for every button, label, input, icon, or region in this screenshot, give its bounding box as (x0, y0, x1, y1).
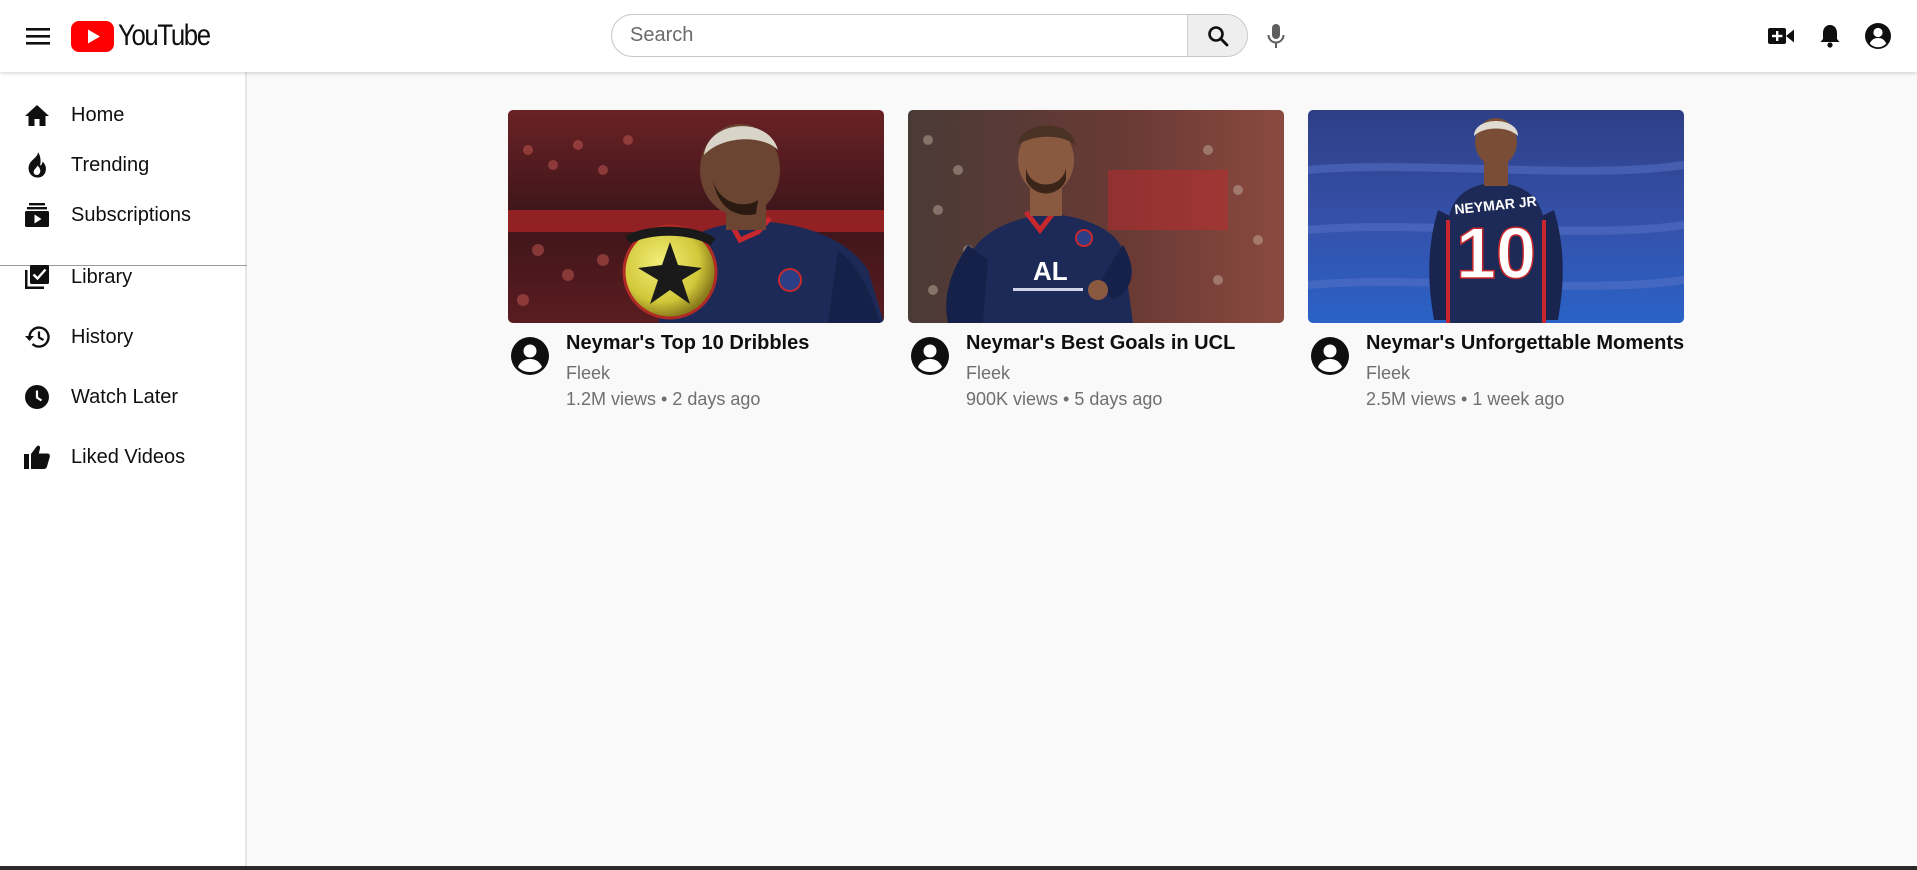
logo-text: YouTube (118, 19, 211, 52)
menu-icon[interactable] (20, 21, 56, 51)
sidebar: Home Trending Subscriptions Library Hist… (0, 72, 247, 870)
sidebar-item-label: History (71, 325, 134, 348)
search-button[interactable] (1187, 15, 1247, 56)
search-icon (1207, 25, 1228, 46)
video-title[interactable]: Neymar's Top 10 Dribbles (566, 332, 809, 355)
channel-avatar[interactable] (510, 336, 550, 376)
account-icon (911, 337, 949, 375)
clock-icon (23, 383, 51, 411)
video-meta: 1.2M views • 2 days ago (566, 389, 761, 409)
sidebar-item-trending[interactable]: Trending (0, 140, 247, 190)
youtube-play-logo-icon (71, 20, 114, 52)
account-icon (1311, 337, 1349, 375)
sidebar-item-label: Library (71, 265, 133, 288)
flame-icon (23, 151, 51, 179)
youtube-logo[interactable]: YouTube (71, 19, 225, 53)
channel-avatar[interactable] (1310, 336, 1350, 376)
video-meta: 2.5M views • 1 week ago (1366, 389, 1565, 409)
channel-name[interactable]: Fleek (566, 363, 610, 384)
search-input[interactable] (630, 15, 1190, 56)
sidebar-item-library[interactable]: Library (0, 252, 247, 302)
sidebar-item-label: Home (71, 103, 125, 126)
notifications-bell-icon[interactable] (1815, 21, 1845, 51)
top-header: YouTube (0, 0, 1917, 72)
channel-name[interactable]: Fleek (966, 363, 1010, 384)
create-video-icon[interactable] (1766, 21, 1796, 51)
sidebar-item-watch-later[interactable]: Watch Later (0, 372, 247, 422)
video-card[interactable]: NEYMAR JR 10 Neymar's Unforgettable Mome… (1308, 110, 1684, 420)
search-bar (611, 14, 1248, 57)
video-title[interactable]: Neymar's Unforgettable Moments (1366, 332, 1684, 355)
sidebar-item-liked-videos[interactable]: Liked Videos (0, 432, 247, 482)
sidebar-item-label: Liked Videos (71, 445, 186, 468)
subscriptions-icon (23, 201, 51, 229)
sidebar-item-label: Trending (71, 153, 150, 176)
history-icon (23, 323, 51, 351)
sidebar-item-label: Subscriptions (71, 203, 192, 226)
video-thumbnail[interactable]: NEYMAR JR 10 (1308, 110, 1684, 323)
video-thumbnail[interactable]: AL (908, 110, 1284, 323)
youtube-page: YouTube Search Home Trending Subscriptio… (0, 0, 1917, 870)
thumbs-up-icon (23, 443, 51, 471)
sidebar-item-subscriptions[interactable]: Subscriptions (0, 190, 247, 240)
video-title[interactable]: Neymar's Best Goals in UCL (966, 332, 1235, 355)
sidebar-item-label: Watch Later (71, 385, 179, 408)
video-meta: 900K views • 5 days ago (966, 389, 1163, 409)
account-icon (511, 337, 549, 375)
window-bottom-edge (0, 866, 1917, 870)
home-icon (23, 101, 51, 129)
svg-text:AL: AL (1033, 256, 1068, 286)
account-icon[interactable] (1863, 21, 1893, 51)
video-card[interactable]: AL Neymar's Best Goals in UCL Fleek 900K… (908, 110, 1284, 420)
microphone-icon[interactable] (1264, 22, 1288, 50)
jersey-number-text: 10 (1456, 214, 1536, 294)
sidebar-item-home[interactable]: Home (0, 90, 247, 140)
channel-name[interactable]: Fleek (1366, 363, 1410, 384)
library-icon (23, 263, 51, 291)
video-card[interactable]: Neymar's Top 10 Dribbles Fleek 1.2M view… (508, 110, 884, 420)
video-thumbnail[interactable] (508, 110, 884, 323)
channel-avatar[interactable] (910, 336, 950, 376)
sidebar-item-history[interactable]: History (0, 312, 247, 362)
